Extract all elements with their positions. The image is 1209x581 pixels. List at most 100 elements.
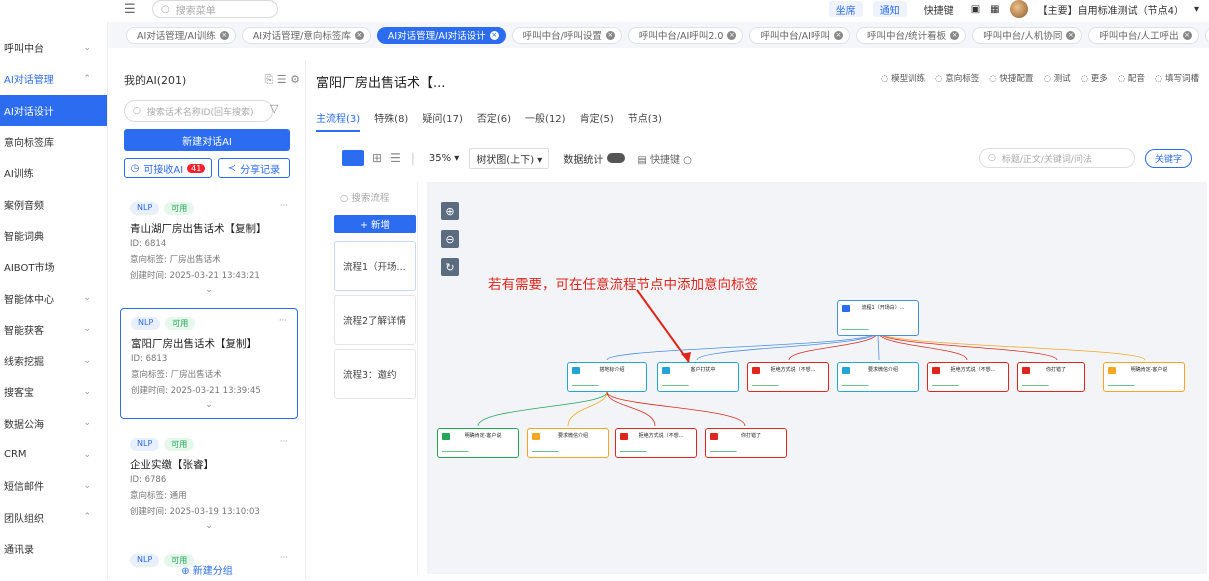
hotkey-button[interactable]: 快捷键 (917, 1, 961, 17)
tab[interactable]: AI对话管理/AI训练 × (126, 26, 236, 44)
sidebar-item[interactable]: 案例音频 (0, 188, 107, 219)
more-icon[interactable]: ··· (280, 437, 288, 447)
flow-item[interactable]: 流程1（开场... (334, 241, 416, 291)
sidebar-item[interactable]: 智能体中心 ⌄ (0, 282, 107, 313)
close-icon[interactable]: × (1182, 30, 1192, 40)
flow-node[interactable]: 你打错了 ━━━━━━━━━━━ (1017, 362, 1085, 392)
ai-card[interactable]: NLP 可用 ··· 富阳厂房出售话术【复制】 ID: 6813 意向标签: 厂房出售话术… (120, 308, 298, 419)
sidebar-item[interactable]: 搜客宝 ⌄ (0, 376, 107, 407)
sidebar-item[interactable]: 智能词典 (0, 220, 107, 251)
receivable-button[interactable]: ◷ 可接收AI 41 (124, 158, 212, 178)
flow-node[interactable]: 要求微信介绍 ━━━━━━━━━━━ (527, 428, 609, 458)
tab[interactable]: AI对话管理/AI对话设计 × (376, 26, 506, 44)
action-button[interactable]: ◌ 意向标签 (935, 72, 979, 84)
action-button[interactable]: ◌ 模型训练 (881, 72, 925, 84)
tab[interactable]: 呼叫中台/AI呼叫2.0 × (627, 26, 744, 44)
flow-node[interactable]: 拒绝方式说（不想... ━━━━━━━━━━━ (927, 362, 1009, 392)
add-flow-button[interactable]: + 新增 (334, 215, 416, 233)
tab[interactable]: 呼叫中台/统计看板 × (855, 26, 967, 44)
chevron-down-icon[interactable]: ▾ (1194, 4, 1199, 15)
layout-select[interactable]: 树状图(上下) ▾ (469, 147, 550, 169)
stats-toggle[interactable] (607, 153, 626, 163)
sidebar-item[interactable]: 数据公海 ⌄ (0, 408, 107, 439)
more-icon[interactable]: ··· (279, 316, 287, 326)
flow-node[interactable]: 明确肯定-客户说 ━━━━━━━━━━━ (1103, 362, 1185, 392)
flow-search-input[interactable]: ○ 搜索流程 (340, 190, 389, 204)
tab[interactable]: 呼叫中台/AI呼叫 × (749, 26, 850, 44)
close-icon[interactable]: × (219, 30, 229, 40)
sidebar-item[interactable]: 呼叫中台 ⌄ (0, 32, 107, 63)
zoom-select[interactable]: 35% ▾ (429, 153, 459, 164)
sidebar-item[interactable]: 意向标签库 (0, 126, 107, 157)
screen-icon[interactable]: ▣ (971, 4, 980, 15)
expand-icon[interactable]: ⌄ (131, 400, 287, 410)
subtab[interactable]: 肯定(5) (580, 110, 614, 132)
calendar-icon[interactable]: ▦ (990, 4, 999, 15)
tab[interactable]: AI对话管理/意向标签库 × (241, 26, 371, 44)
subtab[interactable]: 疑问(17) (422, 110, 463, 132)
list-title[interactable]: 我的AI(201) (124, 72, 186, 88)
share-records-button[interactable]: ≺ 分享记录 (218, 158, 290, 178)
menu-toggle-icon[interactable]: ☰ (124, 2, 136, 17)
card-view-icon[interactable] (342, 150, 364, 166)
action-button[interactable]: ◌ 更多 (1081, 72, 1108, 84)
flow-node[interactable]: 你打错了 ━━━━━━━━━━━ (705, 428, 787, 458)
ai-card[interactable]: NLP 可用 ··· 企业实缴【张睿】 ID: 6786 意向标签: 通用 创建时间: 20… (120, 430, 298, 539)
close-icon[interactable]: × (605, 30, 615, 40)
subtab[interactable]: 特殊(8) (374, 110, 408, 132)
avatar[interactable] (1009, 0, 1028, 18)
new-ai-button[interactable]: 新建对话AI (124, 129, 290, 151)
list-search-input[interactable]: ○ 搜索话术名称ID(回车搜索) (124, 100, 273, 122)
sidebar-item[interactable]: 线索挖掘 ⌄ (0, 345, 107, 376)
close-icon[interactable]: × (354, 30, 364, 40)
user-name[interactable]: 【主要】自用标准测试（节点4） (1038, 2, 1184, 17)
close-icon[interactable]: × (489, 30, 499, 40)
flow-item[interactable]: 流程3：邀约 (334, 349, 416, 399)
grid-view-icon[interactable]: ⊞ (372, 151, 382, 165)
ai-card[interactable]: NLP 可用 ··· 青山湖厂房出售话术【复制】 ID: 6814 意向标签: 厂房出售话… (120, 194, 298, 303)
canvas-search-input[interactable]: ○ 标题/正文/关键词/问法 (978, 148, 1135, 168)
action-button[interactable]: ◌ 填写词槽 (1155, 72, 1199, 84)
subtab[interactable]: 主流程(3) (316, 110, 361, 132)
close-icon[interactable]: × (950, 30, 960, 40)
subtab[interactable]: 一般(12) (525, 110, 566, 132)
seat-button[interactable]: 坐席 (828, 1, 863, 17)
close-icon[interactable]: × (833, 30, 843, 40)
more-icon[interactable]: ··· (280, 201, 288, 211)
flow-item[interactable]: 流程2了解详情 (334, 295, 416, 345)
sidebar-item[interactable]: 智能获客 ⌄ (0, 314, 107, 345)
sidebar-item[interactable]: AI对话设计 (0, 94, 107, 126)
keyword-button[interactable]: 关键字 (1144, 148, 1192, 168)
list-view-icon[interactable]: ☰ (390, 151, 401, 165)
flow-node[interactable]: 要求微信介绍 ━━━━━━━━━━━ (837, 362, 919, 392)
close-icon[interactable]: × (1066, 30, 1076, 40)
action-button[interactable]: ◌ 快捷配置 (989, 72, 1033, 84)
flow-node[interactable]: 流程1（开场白）... ━━━━━━━━━━━ (837, 300, 919, 336)
sidebar-item[interactable]: 短信邮件 ⌄ (0, 470, 107, 501)
sidebar-item[interactable]: AI训练 (0, 157, 107, 188)
sidebar-item[interactable]: AI对话管理 ⌃ (0, 63, 107, 94)
action-button[interactable]: ◌ 配音 (1118, 72, 1145, 84)
flow-node[interactable]: 搭地标介绍 ━━━━━━━━━━━ (567, 362, 647, 392)
flow-node[interactable]: 明确肯定-客户说 ━━━━━━━━━━━ (437, 428, 519, 458)
flow-node[interactable]: 客户打扰中 ━━━━━━━━━━━ (657, 362, 739, 392)
tab[interactable]: 呼叫中台/人机协同 × (972, 26, 1083, 44)
close-icon[interactable]: × (727, 30, 737, 40)
sidebar-item[interactable]: 团队组织 ⌃ (0, 501, 107, 532)
sidebar-item[interactable]: AIBOT市场 (0, 251, 107, 282)
action-button[interactable]: ◌ 测试 (1043, 72, 1070, 84)
filter-icon[interactable]: ▽ (270, 102, 278, 115)
expand-icon[interactable]: ⌄ (130, 285, 288, 295)
flow-canvas[interactable]: ⊕ ⊖ ↻ 若有需要，可在任意流程节点中添加意向标签 流程1（开场白）... ━━… (427, 182, 1207, 574)
tab[interactable]: 呼叫中台/呼叫设置 × (511, 26, 622, 44)
flow-node[interactable]: 拒绝方式说（不想... ━━━━━━━━━━━ (747, 362, 829, 392)
hotkey-label[interactable]: ▤ 快捷键 ○ (637, 151, 692, 166)
sidebar-item[interactable]: 通讯录 (0, 533, 107, 564)
notify-button[interactable]: 通知 (872, 1, 907, 17)
new-group-button[interactable]: ⊕ 新建分组 (108, 562, 306, 577)
sidebar-item[interactable]: CRM ⌄ (0, 439, 107, 470)
list-tool-icons[interactable]: ⎘ ☰ ⚙ (264, 73, 300, 87)
menu-search-input[interactable]: ○ 搜索菜单 (152, 0, 278, 18)
tab[interactable]: 呼叫中台/人工呼出 × (1088, 26, 1199, 44)
tab[interactable]: 呼叫中台/× (1204, 26, 1209, 44)
